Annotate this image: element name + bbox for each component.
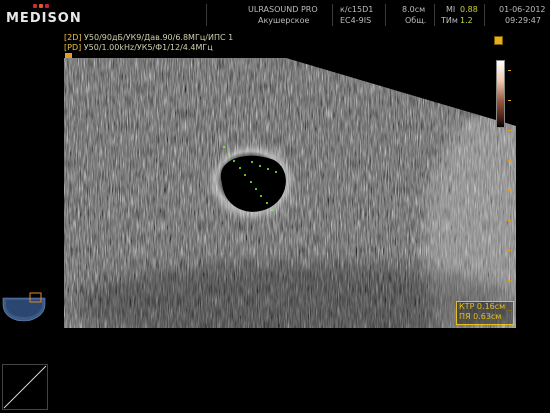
params-pd: У50/1.00kHz/УК5/Ф1/12/4.4МГц <box>83 43 213 52</box>
measurement-ktr: КТР 0.16см <box>459 302 506 311</box>
depth-tick <box>508 280 511 281</box>
depth-tick <box>508 160 511 161</box>
time: 09:29:47 <box>505 16 541 25</box>
tim-label: TИм <box>441 16 458 25</box>
info-line-2d: [2D] У50/90дБ/УК9/Дав.90/6.8МГц/ИПС 1 <box>64 33 233 42</box>
header-divider <box>206 4 207 26</box>
medison-logo: MEDISON <box>6 4 81 26</box>
orientation-marker-icon <box>494 36 503 45</box>
params-2d: У50/90дБ/УК9/Дав.90/6.8МГц/ИПС 1 <box>84 33 234 42</box>
header-divider <box>332 4 333 26</box>
product-name: ULRASOUND PRO <box>248 5 318 14</box>
mi-label: MI <box>446 5 456 14</box>
date: 01-06-2012 <box>499 5 546 14</box>
top-header: MEDISON ULRASOUND PRO Акушерское к/с15D1… <box>0 0 550 30</box>
mode-tag-pd: [PD] <box>64 43 82 52</box>
logo-text: MEDISON <box>6 11 82 26</box>
measurement-pya: ПЯ 0.63см <box>459 312 502 321</box>
depth-tick <box>508 250 511 251</box>
header-divider <box>434 4 435 26</box>
probe-line-1: к/с15D1 <box>340 5 374 14</box>
logo-dots-icon <box>33 4 49 8</box>
depth-label: Общ. <box>405 16 427 25</box>
depth-tick <box>508 130 511 131</box>
header-divider <box>484 4 485 26</box>
depth-tick <box>508 220 511 221</box>
mode-tag-2d: [2D] <box>64 33 82 42</box>
mi-value: 0.88 <box>460 5 478 14</box>
ultrasound-image[interactable] <box>64 58 516 328</box>
depth-tick <box>508 100 511 101</box>
measurement-box: КТР 0.16см ПЯ 0.63см <box>456 301 514 325</box>
preset-name: Акушерское <box>258 16 310 25</box>
tim-value: 1.2 <box>460 16 473 25</box>
depth-tick <box>508 190 511 191</box>
info-line-pd: [PD] У50/1.00kHz/УК5/Ф1/12/4.4МГц <box>64 43 213 52</box>
depth-tick <box>508 70 511 71</box>
probe-line-2: EC4-9IS <box>340 16 372 25</box>
header-divider <box>385 4 386 26</box>
probe-orientation-thumbnail[interactable] <box>2 288 46 324</box>
color-scale-bar <box>496 60 505 128</box>
gain-curve-thumbnail[interactable] <box>2 364 48 410</box>
depth-value: 8.0см <box>402 5 426 14</box>
